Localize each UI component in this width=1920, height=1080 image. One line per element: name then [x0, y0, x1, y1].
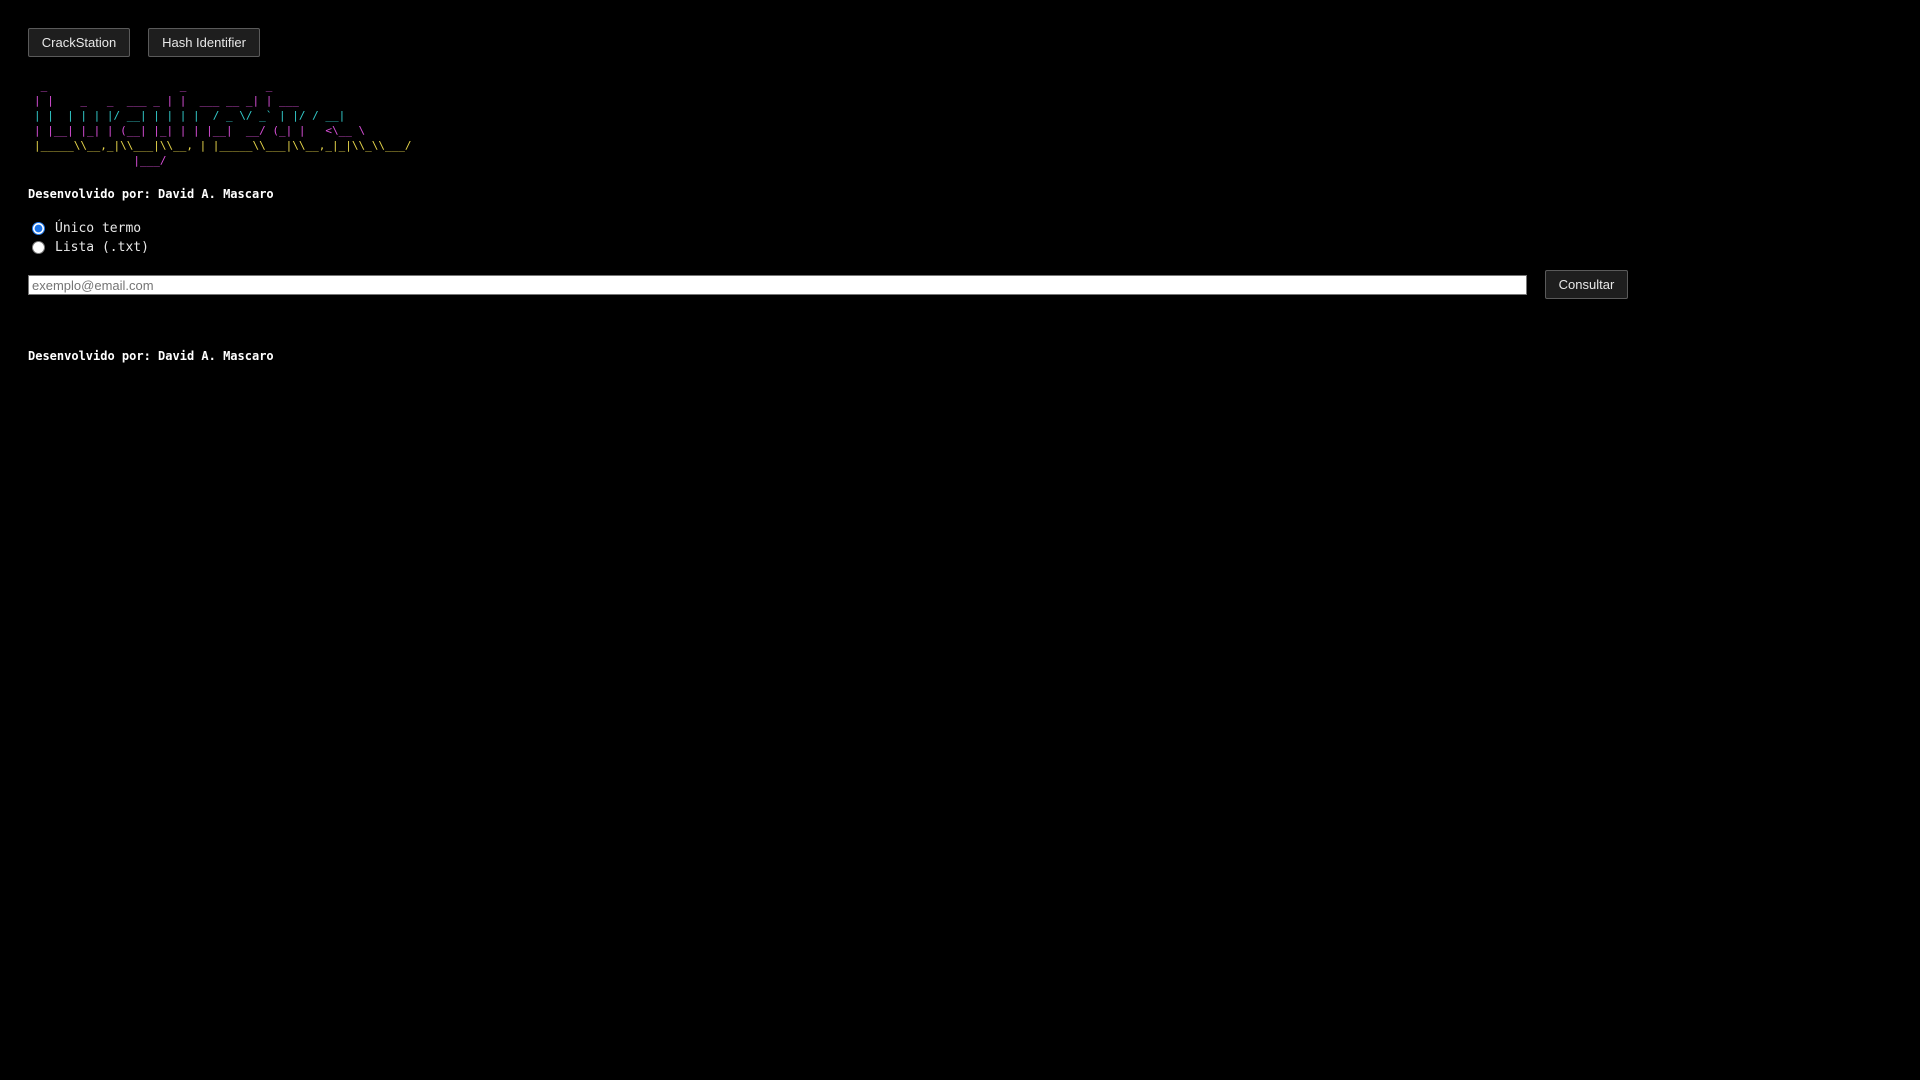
- ascii-logo-line: | | _ _ ___ _ | | ___ __ _| | ___: [34, 94, 299, 107]
- developer-credit: Desenvolvido por: David A. Mascaro: [28, 187, 274, 201]
- single-term-label: Único termo: [55, 221, 142, 236]
- list-txt-label: Lista (.txt): [55, 240, 149, 255]
- crackstation-button[interactable]: CrackStation: [28, 28, 130, 57]
- hash-identifier-button[interactable]: Hash Identifier: [148, 28, 260, 57]
- ascii-logo-line: | | | | | |/ __| | | | | / _ \/ _` | |/ …: [34, 109, 346, 122]
- single-term-radio[interactable]: [32, 222, 45, 235]
- ascii-logo-line: |___/: [34, 154, 167, 167]
- mode-option-single[interactable]: Único termo: [32, 219, 149, 238]
- top-nav: CrackStation Hash Identifier: [28, 28, 260, 57]
- ascii-logo: _ _ _ | | _ _ ___ _ | | ___ __ _| | ___ |…: [34, 78, 412, 168]
- search-input[interactable]: [28, 275, 1527, 295]
- list-txt-radio[interactable]: [32, 241, 45, 254]
- developer-credit-footer: Desenvolvido por: David A. Mascaro: [28, 349, 274, 363]
- ascii-logo-line: _ _ _: [34, 79, 313, 92]
- ascii-logo-line: |_____\\__,_|\\___|\\__, | |_____\\___|\…: [34, 139, 412, 152]
- ascii-logo-line: | |__| |_| | (__| |_| | | |__| __/ (_| |…: [34, 124, 366, 137]
- search-mode-group: Único termo Lista (.txt): [32, 219, 149, 257]
- consultar-button[interactable]: Consultar: [1545, 270, 1628, 299]
- mode-option-list[interactable]: Lista (.txt): [32, 238, 149, 257]
